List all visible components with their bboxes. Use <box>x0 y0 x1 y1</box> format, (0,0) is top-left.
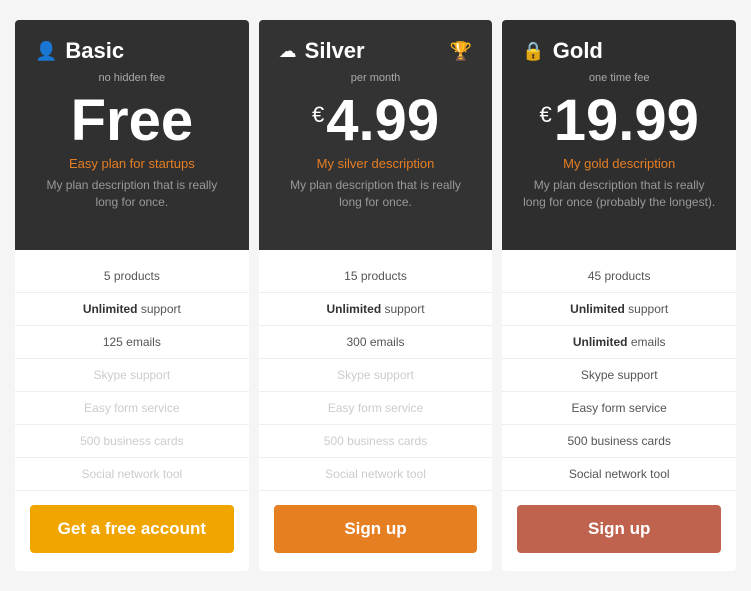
silver-button-container: Sign up <box>259 491 493 571</box>
gold-header: 🔒 Gold one time fee €19.99 My gold descripti… <box>502 20 736 250</box>
gold-feature-4: Easy form service <box>502 392 736 425</box>
gold-button-container: Sign up <box>502 491 736 571</box>
gold-feature-5: 500 business cards <box>502 425 736 458</box>
silver-icon: ☁ <box>279 41 297 62</box>
silver-price: 4.99 <box>326 92 439 150</box>
silver-title-row: ☁ Silver 🏆 <box>279 38 473 64</box>
silver-name: Silver <box>305 38 365 64</box>
basic-price-row: Free <box>35 92 229 150</box>
basic-tagline: Easy plan for startups <box>35 156 229 171</box>
pricing-container: 👤 Basic no hidden fee Free Easy plan for sta… <box>0 0 751 591</box>
silver-feature-6: Social network tool <box>259 458 493 491</box>
gold-icon: 🔒 <box>522 41 544 62</box>
gold-tagline: My gold description <box>522 156 716 171</box>
basic-button-container: Get a free account <box>15 491 249 571</box>
basic-header: 👤 Basic no hidden fee Free Easy plan for sta… <box>15 20 249 250</box>
silver-tagline: My silver description <box>279 156 473 171</box>
silver-badge: 🏆 <box>450 41 472 62</box>
silver-features: 15 productsUnlimited support300 emailsSk… <box>259 250 493 491</box>
basic-feature-0: 5 products <box>15 260 249 293</box>
silver-feature-5: 500 business cards <box>259 425 493 458</box>
gold-description: My plan description that is really long … <box>522 177 716 211</box>
gold-feature-3: Skype support <box>502 359 736 392</box>
silver-feature-0: 15 products <box>259 260 493 293</box>
silver-header: ☁ Silver 🏆 per month €4.99 My silver descript… <box>259 20 493 250</box>
basic-name: Basic <box>65 38 124 64</box>
gold-title-row: 🔒 Gold <box>522 38 716 64</box>
basic-feature-1: Unlimited support <box>15 293 249 326</box>
plan-silver: ☁ Silver 🏆 per month €4.99 My silver descript… <box>259 20 493 571</box>
silver-feature-3: Skype support <box>259 359 493 392</box>
basic-title-row: 👤 Basic <box>35 38 229 64</box>
gold-price: 19.99 <box>554 92 699 150</box>
basic-icon: 👤 <box>35 41 57 62</box>
gold-signup-button[interactable]: Sign up <box>517 505 721 553</box>
silver-feature-4: Easy form service <box>259 392 493 425</box>
silver-signup-button[interactable]: Sign up <box>274 505 478 553</box>
gold-feature-6: Social network tool <box>502 458 736 491</box>
gold-feature-1: Unlimited support <box>502 293 736 326</box>
silver-price-row: €4.99 <box>279 92 473 150</box>
basic-feature-6: Social network tool <box>15 458 249 491</box>
silver-description: My plan description that is really long … <box>279 177 473 211</box>
silver-fee-label: per month <box>279 72 473 84</box>
basic-feature-4: Easy form service <box>15 392 249 425</box>
basic-price: Free <box>71 92 194 150</box>
gold-feature-0: 45 products <box>502 260 736 293</box>
gold-feature-2: Unlimited emails <box>502 326 736 359</box>
gold-features: 45 productsUnlimited supportUnlimited em… <box>502 250 736 491</box>
basic-feature-2: 125 emails <box>15 326 249 359</box>
basic-feature-3: Skype support <box>15 359 249 392</box>
silver-currency: € <box>312 102 324 128</box>
gold-currency: € <box>539 102 551 128</box>
basic-feature-5: 500 business cards <box>15 425 249 458</box>
basic-signup-button[interactable]: Get a free account <box>30 505 234 553</box>
basic-fee-label: no hidden fee <box>35 72 229 84</box>
silver-feature-2: 300 emails <box>259 326 493 359</box>
plan-basic: 👤 Basic no hidden fee Free Easy plan for sta… <box>15 20 249 571</box>
silver-feature-1: Unlimited support <box>259 293 493 326</box>
basic-description: My plan description that is really long … <box>35 177 229 211</box>
plan-gold: 🔒 Gold one time fee €19.99 My gold descripti… <box>502 20 736 571</box>
basic-features: 5 productsUnlimited support125 emailsSky… <box>15 250 249 491</box>
gold-fee-label: one time fee <box>522 72 716 84</box>
gold-name: Gold <box>553 38 603 64</box>
gold-price-row: €19.99 <box>522 92 716 150</box>
